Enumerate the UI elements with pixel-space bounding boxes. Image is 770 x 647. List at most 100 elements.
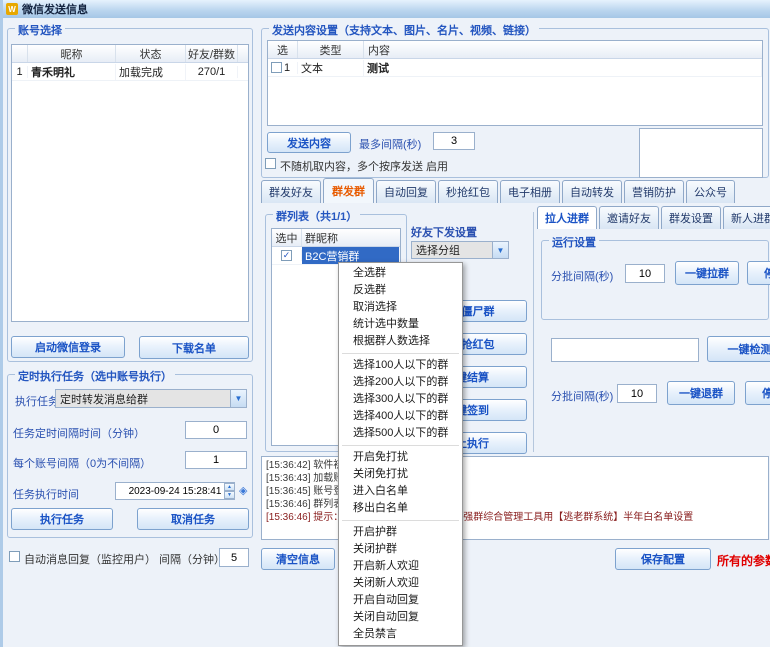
content-group-title: 发送内容设置（支持文本、图片、名片、视频、链接） [269, 22, 539, 38]
menu-item[interactable]: 全员禁言 [339, 626, 462, 643]
accounts-group-title: 账号选择 [15, 22, 65, 38]
col-header-group-select: 选中 [272, 229, 302, 246]
menu-item[interactable]: 关闭新人欢迎 [339, 575, 462, 592]
tab-group-send-groups[interactable]: 群发群 [323, 178, 374, 203]
cancel-task-button[interactable]: 取消任务 [137, 508, 249, 530]
menu-item[interactable]: 进入白名单 [339, 483, 462, 500]
download-list-button[interactable]: 下载名单 [139, 336, 249, 359]
menu-item[interactable]: 关闭自动回复 [339, 609, 462, 626]
account-status: 加载完成 [116, 64, 186, 80]
tab-auto-reply[interactable]: 自动回复 [376, 180, 436, 203]
pull-group-button[interactable]: 一键拉群 [675, 261, 739, 285]
tab-auto-forward[interactable]: 自动转发 [562, 180, 622, 203]
chevron-down-icon[interactable]: ▼ [492, 242, 508, 258]
col-header-select: 选 [268, 41, 298, 58]
auto-reply-checkbox[interactable] [9, 551, 20, 562]
menu-item[interactable]: 选择300人以下的群 [339, 391, 462, 408]
menu-item[interactable]: 选择400人以下的群 [339, 408, 462, 425]
auto-reply-interval-input[interactable] [219, 548, 249, 567]
group-filter-select[interactable]: 选择分组 ▼ [411, 241, 509, 259]
time-spinner[interactable]: ▲ ▼ [224, 483, 235, 499]
menu-item[interactable]: 开启免打扰 [339, 449, 462, 466]
account-row[interactable]: 1 青禾明礼 加载完成 270/1 [12, 63, 248, 81]
run-settings-title: 运行设置 [549, 234, 599, 250]
tab-pull-into-group[interactable]: 拉人进群 [537, 206, 597, 229]
content-row-num: 1 [284, 62, 290, 74]
app-logo-icon: W [6, 3, 18, 15]
tab-official-account[interactable]: 公众号 [686, 180, 735, 203]
auto-reply-label: 自动消息回复（监控用户） 间隔（分钟） [24, 551, 225, 567]
tab-marketing-protect[interactable]: 营销防护 [624, 180, 684, 203]
quit-group-button[interactable]: 一键退群 [667, 381, 735, 405]
batch-gap-input[interactable] [625, 264, 665, 283]
save-notice-text: 所有的参数修改需保存 [717, 552, 770, 569]
run-task-button[interactable]: 执行任务 [11, 508, 113, 530]
menu-separator [342, 353, 459, 354]
menu-item[interactable]: 反选群 [339, 282, 462, 299]
group-row-checkbox[interactable]: ✓ [281, 250, 292, 261]
group-filter-value: 选择分组 [416, 242, 460, 258]
col-header-type: 类型 [298, 41, 364, 58]
target-settings-label: 好友下发设置 [411, 224, 477, 240]
task-select[interactable]: 定时转发消息给群 ▼ [55, 389, 247, 408]
tab-newcomer[interactable]: 新人进群 [723, 206, 770, 229]
col-header-num [12, 45, 28, 62]
task-label: 执行任务 [15, 393, 59, 409]
task-select-value: 定时转发消息给群 [60, 391, 148, 407]
menu-item[interactable]: 移出白名单 [339, 500, 462, 517]
exec-time-input[interactable] [115, 482, 235, 500]
content-row-checkbox[interactable] [271, 62, 282, 73]
main-tab-strip: 群发好友 群发群 自动回复 秒抢红包 电子相册 自动转发 营销防护 公众号 [261, 182, 737, 203]
accounts-table[interactable]: 昵称 状态 好友/群数 1 青禾明礼 加载完成 270/1 [11, 44, 249, 322]
app-window: W 微信发送信息 账号选择 昵称 状态 好友/群数 1 青禾明礼 加载完成 27… [0, 0, 770, 647]
stop-pull-button[interactable]: 停止 [747, 261, 770, 285]
panel-divider [533, 212, 534, 452]
account-nickname: 青禾明礼 [28, 64, 116, 80]
group-row-select[interactable]: ✓ [272, 250, 302, 261]
menu-item[interactable]: 根据群人数选择 [339, 333, 462, 350]
title-bar[interactable]: W 微信发送信息 [3, 0, 770, 18]
tab-send-settings[interactable]: 群发设置 [661, 206, 721, 229]
menu-item[interactable]: 全选群 [339, 265, 462, 282]
task-interval-input[interactable] [185, 421, 247, 439]
exec-time-label: 任务执行时间 [13, 486, 79, 502]
tab-red-packet[interactable]: 秒抢红包 [438, 180, 498, 203]
account-gap-input[interactable] [185, 451, 247, 469]
tab-group-send-friends[interactable]: 群发好友 [261, 180, 321, 203]
menu-item[interactable]: 开启自动回复 [339, 592, 462, 609]
menu-item[interactable]: 选择500人以下的群 [339, 425, 462, 442]
menu-item[interactable]: 统计选中数量 [339, 316, 462, 333]
tab-photo-album[interactable]: 电子相册 [500, 180, 560, 203]
menu-item[interactable]: 关闭免打扰 [339, 466, 462, 483]
content-table[interactable]: 选 类型 内容 1 文本 测试 [267, 40, 763, 126]
task-interval-label: 任务定时间隔时间（分钟） [13, 425, 145, 441]
send-gap-input[interactable] [433, 132, 475, 150]
menu-item[interactable]: 开启护群 [339, 524, 462, 541]
content-preview-box[interactable] [639, 128, 763, 178]
save-config-button[interactable]: 保存配置 [615, 548, 711, 570]
tab-invite-friends[interactable]: 邀请好友 [599, 206, 659, 229]
clear-log-button[interactable]: 清空信息 [261, 548, 335, 570]
chevron-down-icon[interactable]: ▼ [230, 390, 246, 407]
batch-gap2-label: 分批间隔(秒) [551, 388, 613, 404]
menu-separator [342, 520, 459, 521]
spin-up-icon[interactable]: ▲ [224, 483, 235, 491]
menu-item[interactable]: 取消选择 [339, 299, 462, 316]
menu-item[interactable]: 选择200人以下的群 [339, 374, 462, 391]
datetime-picker-icon[interactable]: ◈ [239, 484, 247, 497]
content-row-body: 测试 [364, 60, 762, 76]
menu-item[interactable]: 开启新人欢迎 [339, 558, 462, 575]
launch-wechat-button[interactable]: 启动微信登录 [11, 336, 125, 358]
keyword-input[interactable] [551, 338, 699, 362]
content-row-select[interactable]: 1 [268, 62, 298, 74]
stop-quit-button[interactable]: 停止 [745, 381, 770, 405]
content-row[interactable]: 1 文本 测试 [268, 59, 762, 77]
menu-item[interactable]: 关闭护群 [339, 541, 462, 558]
menu-item[interactable]: 选择100人以下的群 [339, 357, 462, 374]
spin-down-icon[interactable]: ▼ [224, 491, 235, 499]
batch-gap2-input[interactable] [617, 384, 657, 403]
send-content-button[interactable]: 发送内容 [267, 132, 351, 153]
random-send-checkbox[interactable] [265, 158, 276, 169]
col-header-count: 好友/群数 [186, 45, 238, 62]
detect-group-button[interactable]: 一键检测群 [707, 336, 770, 362]
